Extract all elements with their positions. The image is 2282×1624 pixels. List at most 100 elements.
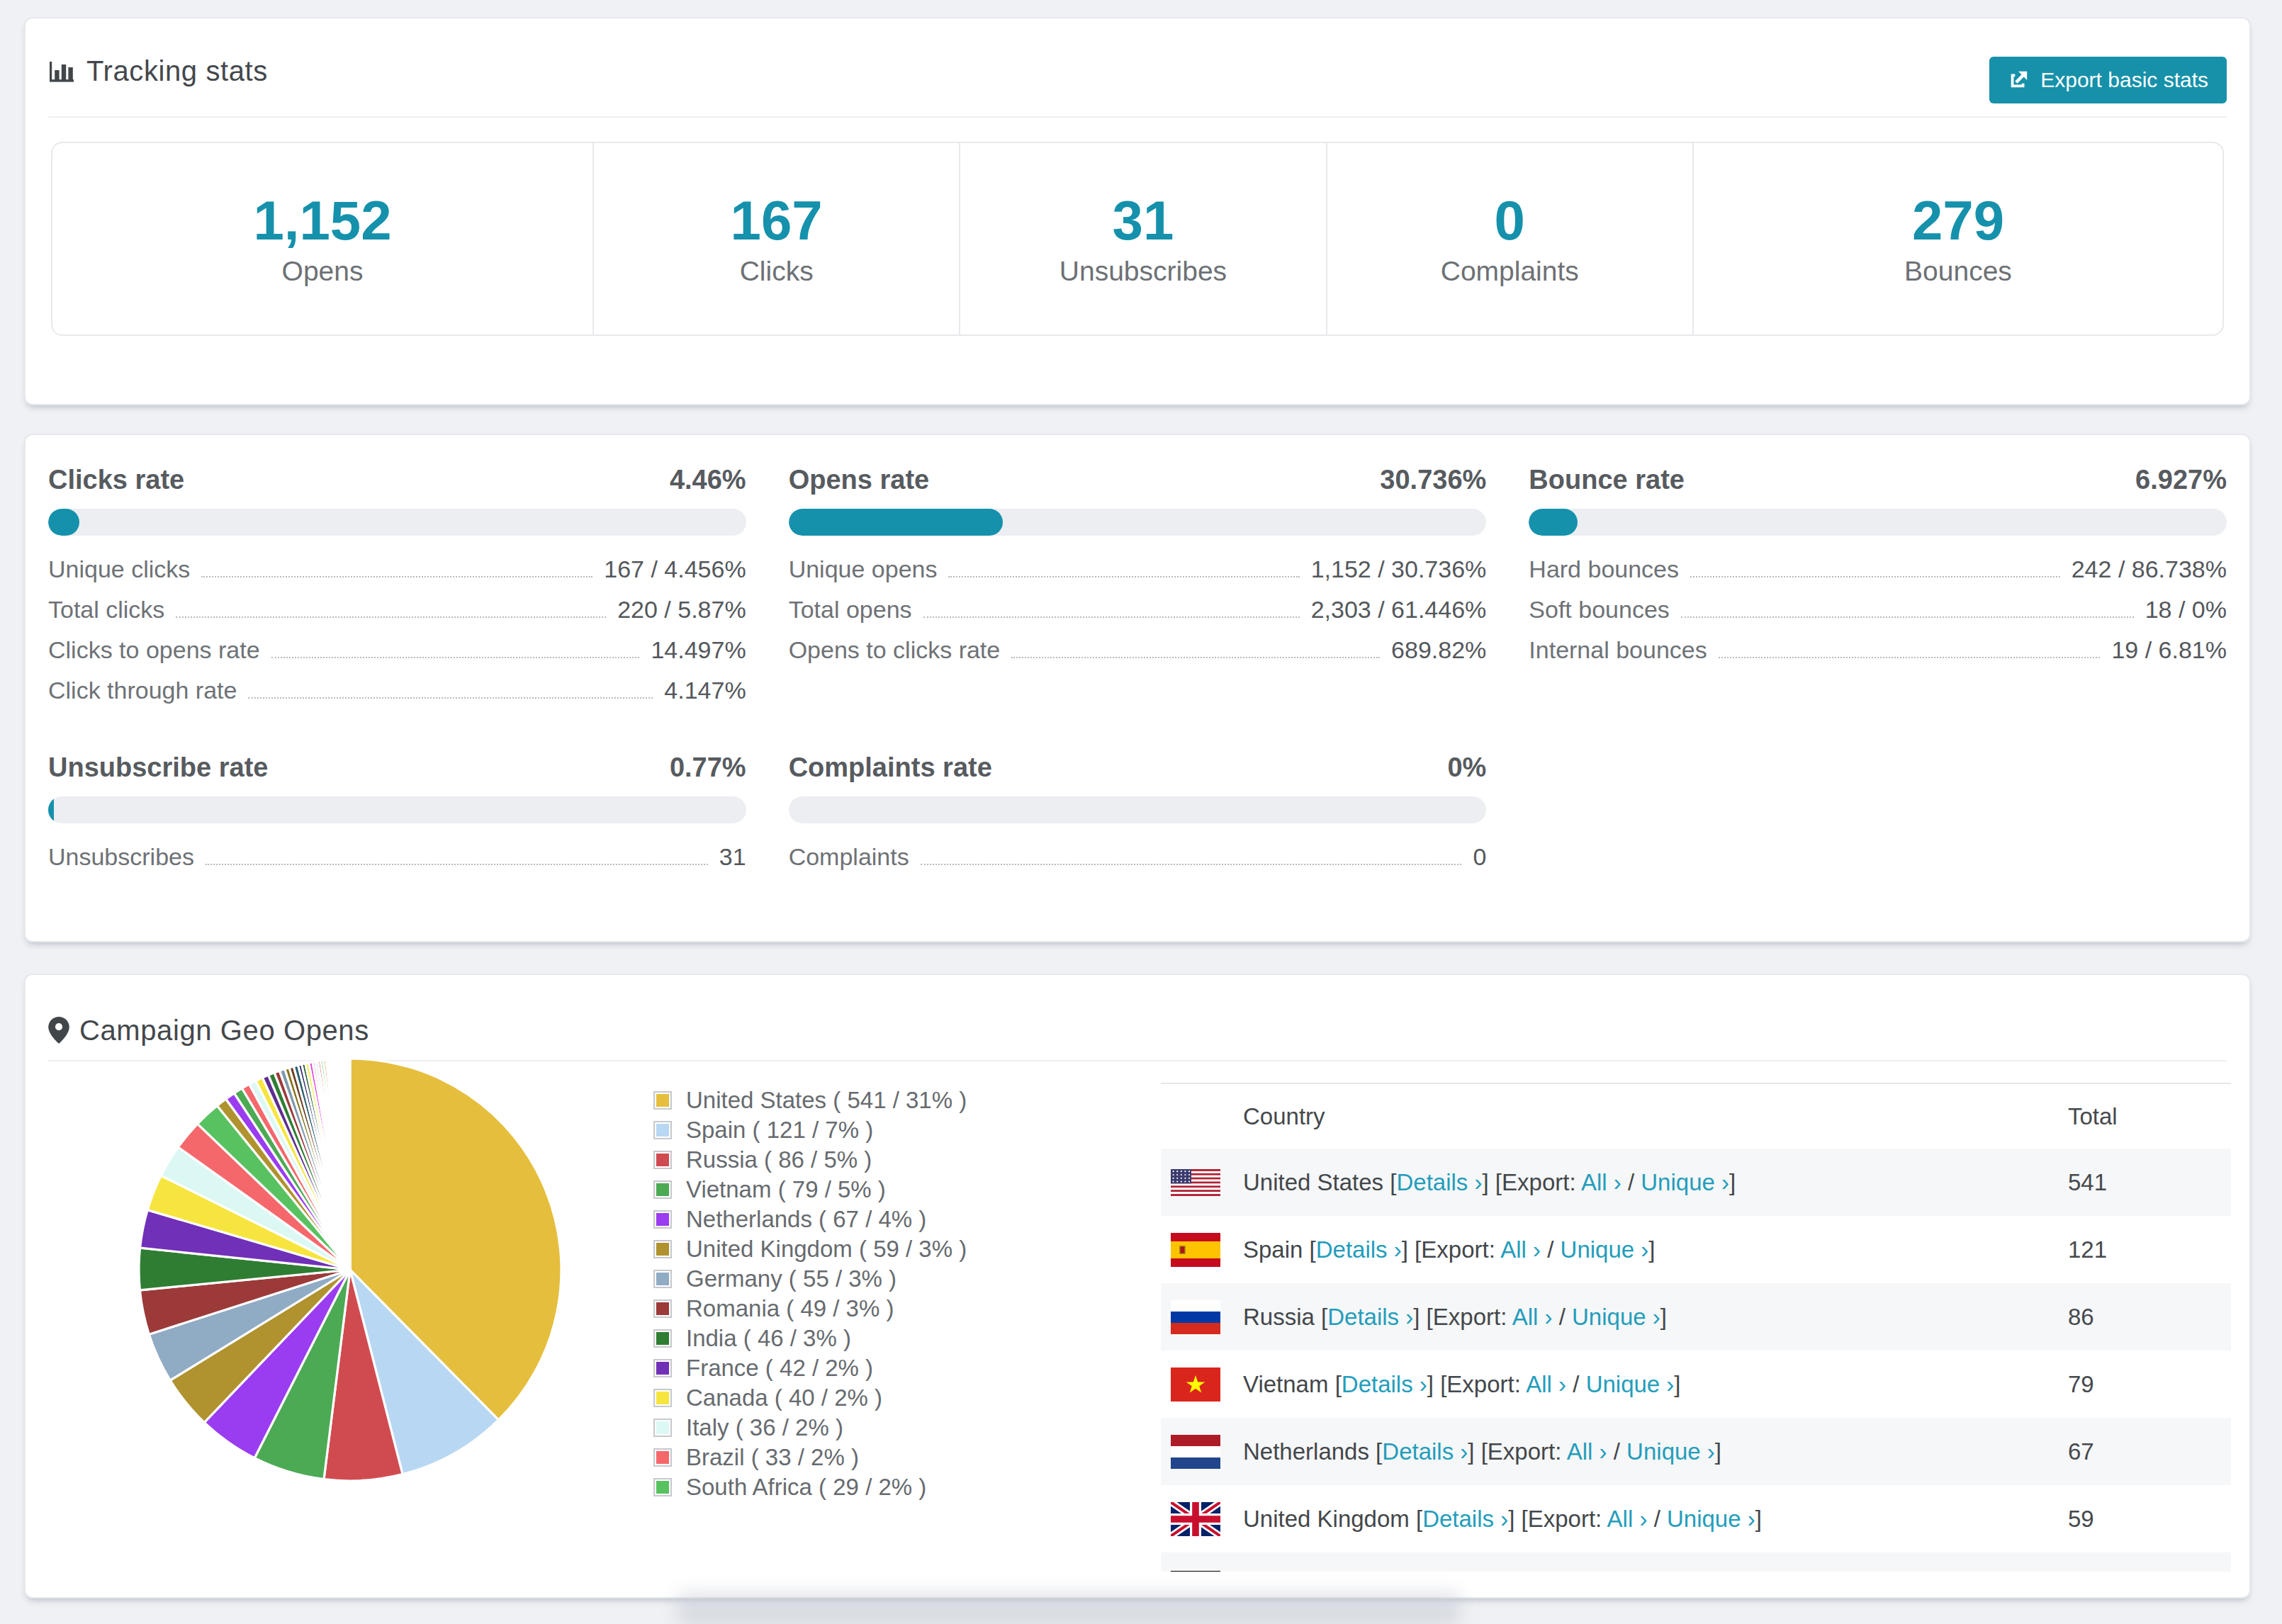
rate-block-opens-rate: Opens rate 30.736% Unique opens 1,152 / …	[789, 465, 1487, 717]
rate-title: Opens rate	[789, 465, 930, 495]
export-all-link[interactable]: All ›	[1607, 1506, 1648, 1532]
details-link[interactable]: Details ›	[1396, 1169, 1482, 1195]
vn-flag-icon	[1171, 1368, 1220, 1402]
export-label: Export:	[1446, 1371, 1521, 1397]
rate-row: Total opens 2,303 / 61.446%	[789, 596, 1487, 636]
export-all-link[interactable]: All ›	[1567, 1438, 1607, 1465]
country-total: 121	[2068, 1236, 2231, 1263]
dotted-leader	[1719, 657, 2101, 658]
total-column-header: Total	[2068, 1103, 2231, 1130]
export-label: Export:	[1433, 1304, 1507, 1330]
dotted-leader	[201, 576, 592, 577]
stat-label: Opens	[282, 257, 364, 286]
ru-flag-icon	[1171, 1300, 1220, 1334]
export-unique-link[interactable]: Unique ›	[1572, 1304, 1660, 1330]
rate-row: Unsubscribes 31	[48, 843, 746, 884]
rate-percent: 30.736%	[1380, 465, 1486, 495]
summary-stat-complaints: 0 Complaints	[1326, 143, 1692, 334]
legend-label: South Africa ( 29 / 2% )	[686, 1474, 926, 1501]
table-row-us: United States [Details ›] [Export: All ›…	[1161, 1149, 2231, 1216]
legend-swatch	[653, 1210, 672, 1229]
table-row-nl: Netherlands [Details ›] [Export: All › /…	[1161, 1418, 2231, 1485]
export-all-link[interactable]: All ›	[1581, 1169, 1621, 1195]
details-link[interactable]: Details ›	[1382, 1438, 1468, 1465]
rate-row: Hard bounces 242 / 86.738%	[1529, 556, 2227, 596]
rate-percent: 0%	[1447, 752, 1486, 783]
rates-card: Clicks rate 4.46% Unique clicks 167 / 4.…	[24, 434, 2251, 942]
table-header: Country Total	[1161, 1084, 2231, 1149]
legend-swatch	[653, 1329, 672, 1348]
page-title: Tracking stats	[86, 55, 268, 87]
details-link[interactable]: Details ›	[1422, 1506, 1508, 1532]
country-total: 541	[2068, 1169, 2231, 1196]
tracking-stats-header: Tracking stats	[48, 55, 268, 86]
legend-swatch	[653, 1180, 672, 1199]
progress-bar	[48, 509, 746, 536]
legend-item: Russia ( 86 / 5% )	[653, 1145, 967, 1175]
table-row-vn: Vietnam [Details ›] [Export: All › / Uni…	[1161, 1350, 2231, 1418]
legend-label: United States ( 541 / 31% )	[686, 1087, 967, 1114]
rate-block-clicks-rate: Clicks rate 4.46% Unique clicks 167 / 4.…	[48, 465, 746, 717]
dotted-leader	[948, 576, 1299, 577]
summary-stat-unsubscribes: 31 Unsubscribes	[959, 143, 1325, 334]
legend-label: United Kingdom ( 59 / 3% )	[686, 1236, 967, 1263]
rate-title: Clicks rate	[48, 465, 184, 495]
export-unique-link[interactable]: Unique ›	[1561, 1236, 1649, 1263]
details-link[interactable]: Details ›	[1316, 1236, 1402, 1263]
export-unique-link[interactable]: Unique ›	[1586, 1371, 1675, 1397]
export-all-link[interactable]: All ›	[1500, 1236, 1541, 1263]
export-basic-stats-button[interactable]: Export basic stats	[1989, 57, 2227, 103]
progress-bar	[789, 509, 1487, 536]
legend-label: Spain ( 121 / 7% )	[686, 1117, 873, 1144]
legend-swatch	[653, 1448, 672, 1467]
legend-swatch	[653, 1419, 672, 1437]
rate-row: Unique clicks 167 / 4.456%	[48, 556, 746, 596]
export-label: Export:	[1502, 1169, 1576, 1195]
legend-swatch	[653, 1091, 672, 1110]
rate-row: Internal bounces 19 / 6.81%	[1529, 636, 2227, 677]
stat-value: 279	[1912, 192, 2004, 249]
es-flag-icon	[1171, 1233, 1220, 1267]
legend-label: India ( 46 / 3% )	[686, 1325, 851, 1352]
details-link[interactable]: Details ›	[1342, 1371, 1427, 1397]
export-unique-link[interactable]: Unique ›	[1641, 1169, 1729, 1195]
dotted-leader	[1011, 657, 1380, 658]
country-name: Russia	[1243, 1304, 1315, 1330]
stat-value: 167	[731, 192, 823, 249]
rate-percent: 0.77%	[670, 752, 746, 783]
progress-bar	[1529, 509, 2227, 536]
country-total: 67	[2068, 1438, 2231, 1465]
rate-row: Complaints 0	[789, 843, 1487, 884]
rate-row: Total clicks 220 / 5.87%	[48, 596, 746, 636]
export-all-link[interactable]: All ›	[1512, 1304, 1553, 1330]
country-name: Spain	[1243, 1236, 1303, 1263]
export-unique-link[interactable]: Unique ›	[1667, 1506, 1755, 1532]
campaign-geo-opens-card: Campaign Geo Opens United States ( 541 /…	[24, 974, 2251, 1598]
dotted-leader	[176, 616, 606, 618]
legend-swatch	[653, 1121, 672, 1139]
details-link[interactable]: Details ›	[1327, 1304, 1413, 1330]
legend-item: Brazil ( 33 / 2% )	[653, 1443, 967, 1472]
dotted-leader	[921, 864, 1462, 865]
export-all-link[interactable]: All ›	[1526, 1371, 1566, 1397]
de-flag-icon	[1171, 1571, 1220, 1572]
dotted-leader	[923, 616, 1300, 618]
legend-item: Canada ( 40 / 2% )	[653, 1383, 967, 1413]
legend-label: Brazil ( 33 / 2% )	[686, 1444, 859, 1471]
legend-swatch	[653, 1270, 672, 1288]
stat-value: 1,152	[253, 192, 391, 249]
legend-item: United States ( 541 / 31% )	[653, 1086, 967, 1115]
export-unique-link[interactable]: Unique ›	[1626, 1438, 1715, 1465]
summary-stat-clicks: 167 Clicks	[592, 143, 959, 334]
stat-label: Bounces	[1904, 257, 2012, 286]
rate-block-unsubscribe-rate: Unsubscribe rate 0.77% Unsubscribes 31	[48, 752, 746, 884]
rate-row: Click through rate 4.147%	[48, 677, 746, 717]
table-row-de: Germany [Details ›] [Export: All › / Uni…	[1161, 1552, 2231, 1572]
legend-item: Spain ( 121 / 7% )	[653, 1115, 967, 1145]
dotted-leader	[248, 697, 653, 699]
dotted-leader	[1690, 576, 2060, 577]
geo-header: Campaign Geo Opens	[48, 1015, 369, 1046]
export-icon	[2008, 69, 2029, 91]
legend-label: Vietnam ( 79 / 5% )	[686, 1176, 886, 1203]
rate-row: Unique opens 1,152 / 30.736%	[789, 556, 1487, 596]
